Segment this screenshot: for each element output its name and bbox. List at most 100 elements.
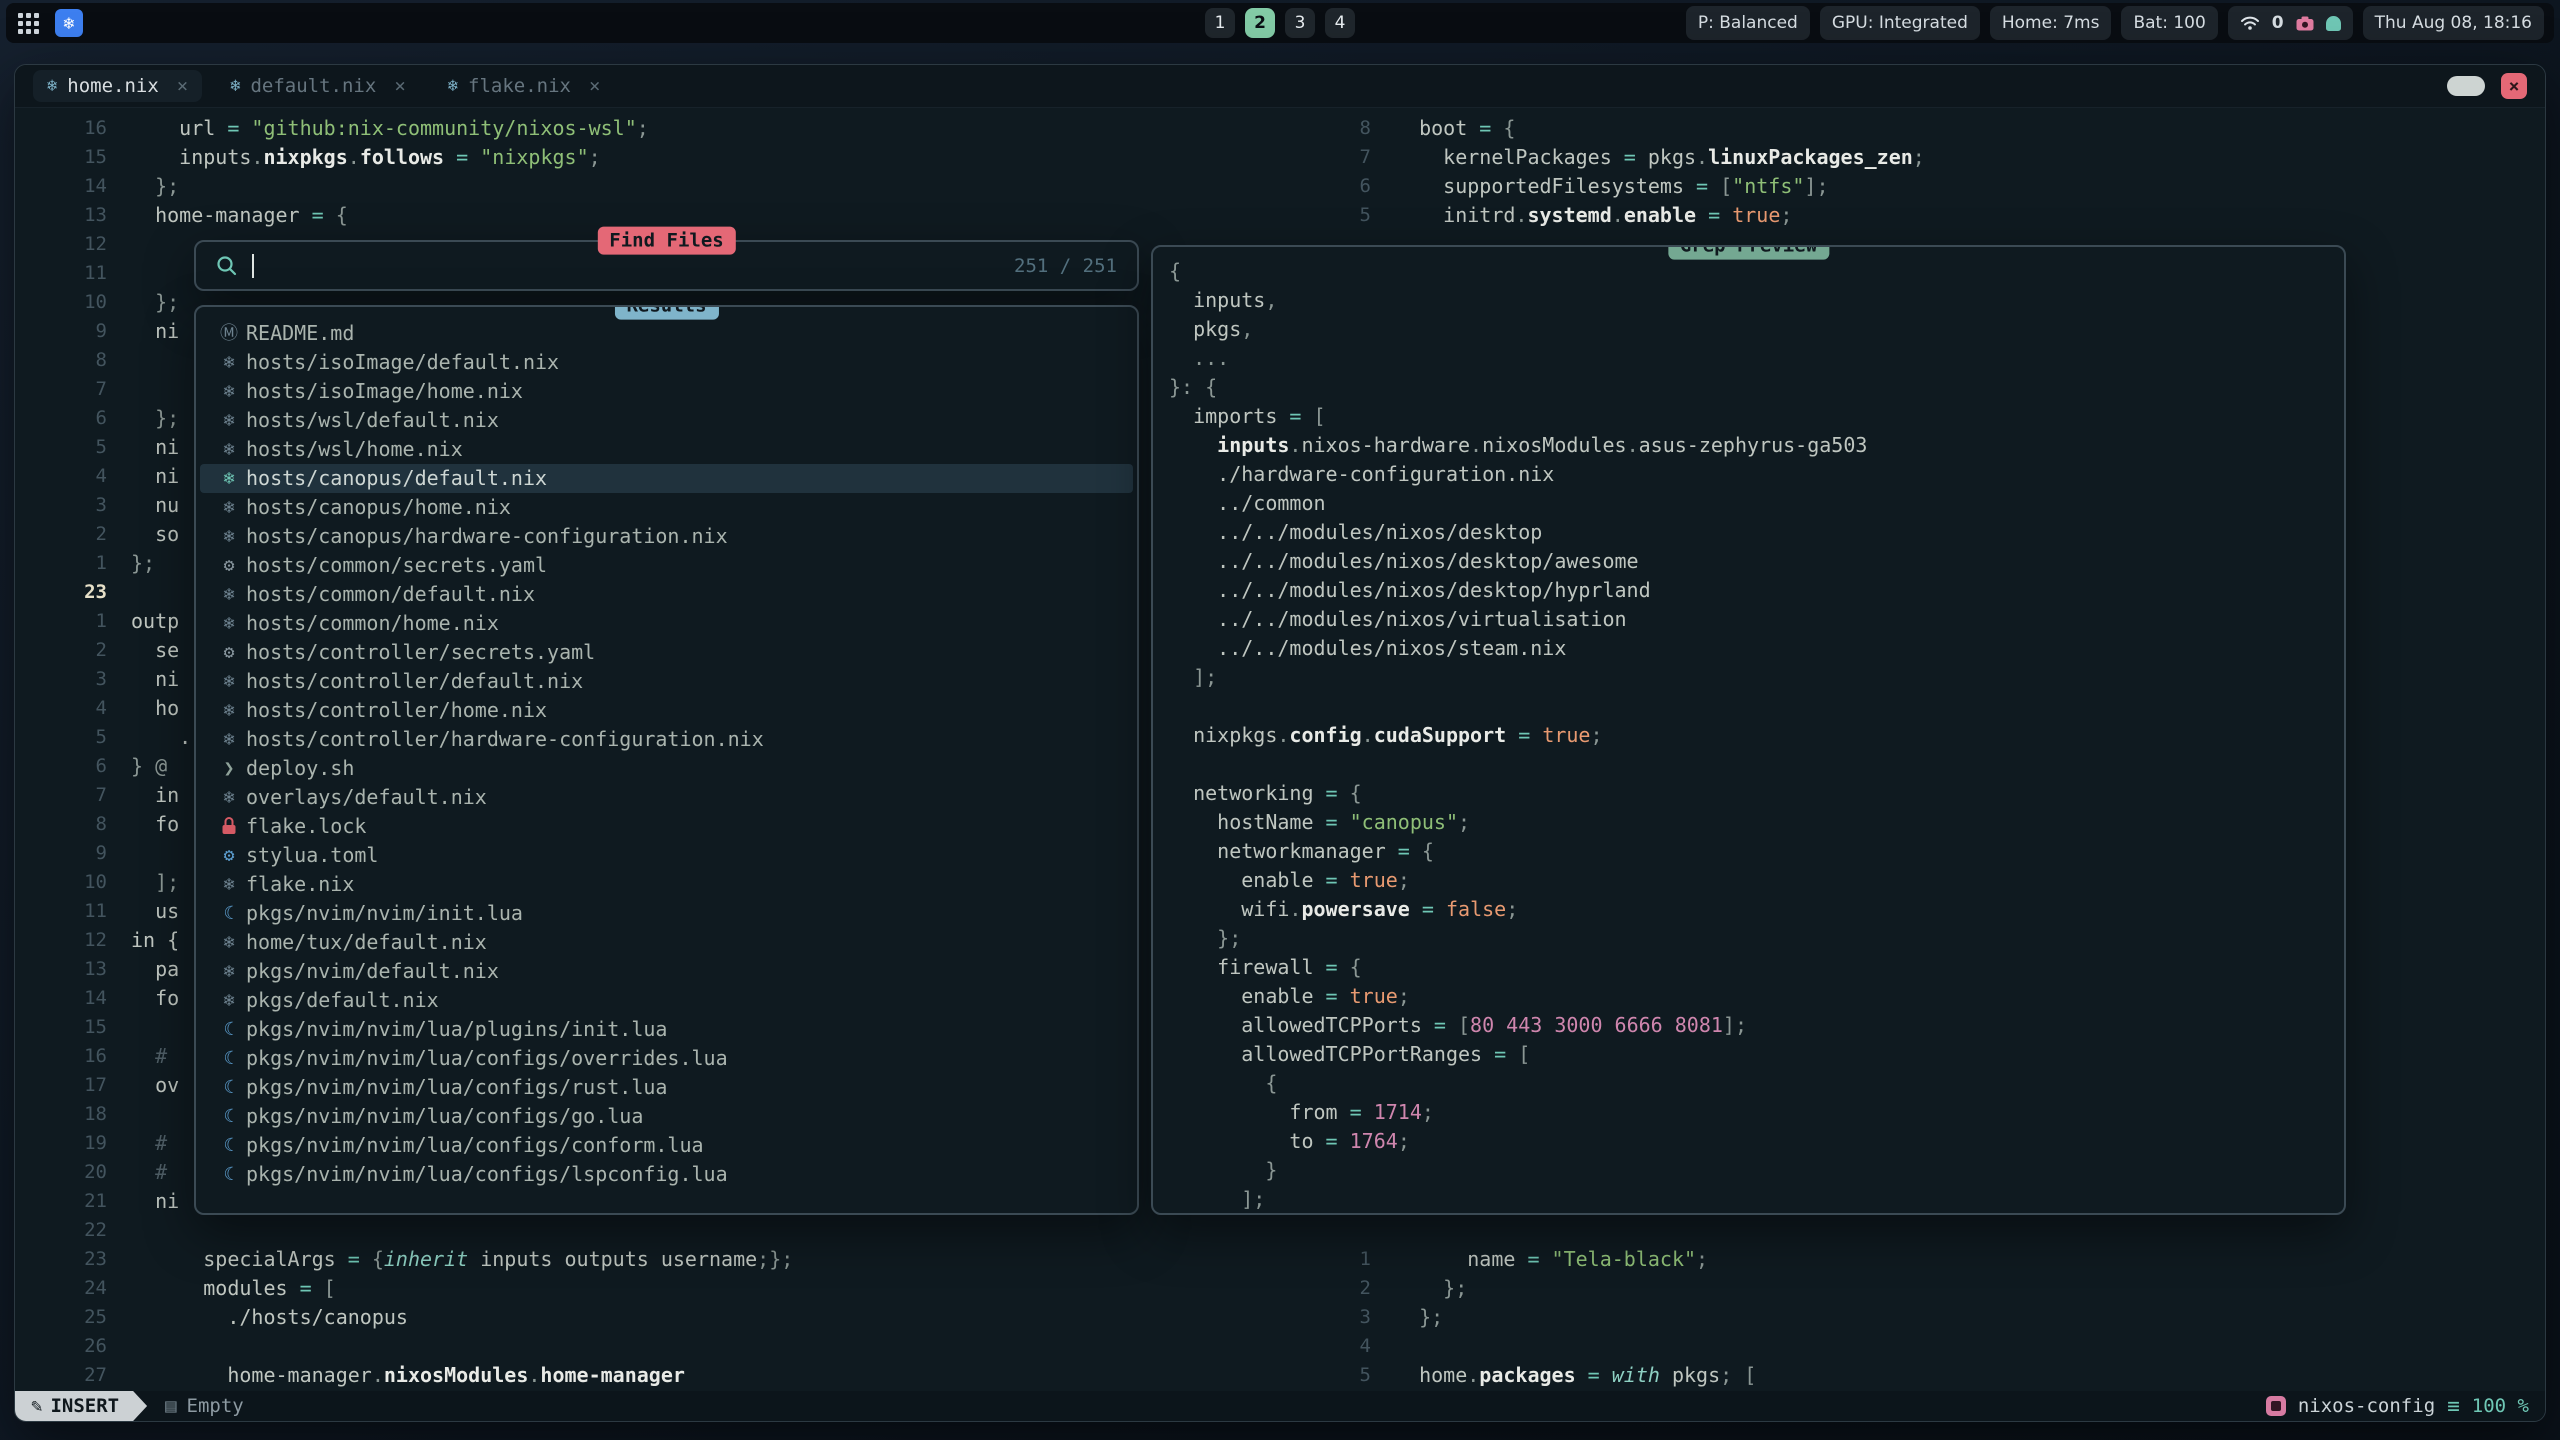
code-text: modules = [ (131, 1274, 336, 1303)
result-row[interactable]: ☾pkgs/nvim/nvim/lua/plugins/init.lua (200, 1015, 1133, 1044)
wifi-icon[interactable] (2240, 15, 2260, 31)
result-row[interactable]: ❄overlays/default.nix (200, 783, 1133, 812)
code-line (1169, 750, 2344, 779)
code-text: home-manager = { (131, 201, 348, 230)
code-text: } @ (131, 752, 167, 781)
finder-prompt[interactable]: Find Files 251 / 251 (194, 240, 1139, 291)
result-row[interactable]: ☾pkgs/nvim/nvim/lua/configs/rust.lua (200, 1073, 1133, 1102)
result-row[interactable]: ❄flake.nix (200, 870, 1133, 899)
result-row[interactable]: ❯deploy.sh (200, 754, 1133, 783)
result-row[interactable]: ⚙hosts/common/secrets.yaml (200, 551, 1133, 580)
lock-icon (212, 812, 246, 841)
result-row[interactable]: ❄hosts/canopus/default.nix (200, 464, 1133, 493)
line-number: 5 (15, 723, 107, 752)
code-text: nu (131, 491, 179, 520)
file-label: Empty (187, 1395, 244, 1417)
result-row[interactable]: ❄hosts/common/home.nix (200, 609, 1133, 638)
workspace-button-2[interactable]: 2 (1245, 8, 1275, 38)
ghost-icon[interactable] (2326, 16, 2341, 31)
tab-home-nix[interactable]: ❄home.nix× (33, 70, 202, 102)
tab-close-icon[interactable]: × (177, 75, 188, 97)
result-label: overlays/default.nix (246, 783, 487, 812)
result-row[interactable]: ❄hosts/wsl/default.nix (200, 406, 1133, 435)
tab-close-icon[interactable]: × (589, 75, 600, 97)
code-line: } (1169, 1156, 2344, 1185)
code-text: ni (131, 433, 179, 462)
result-row[interactable]: flake.lock (200, 812, 1133, 841)
code-line: ]; (1169, 1185, 2344, 1214)
code-text: inputs.nixos-hardware.nixosModules.asus-… (1169, 431, 1867, 460)
status-pill: Home: 7ms (1990, 6, 2112, 40)
code-line: inputs.nixos-hardware.nixosModules.asus-… (1169, 431, 2344, 460)
camera-icon[interactable] (2296, 16, 2314, 31)
result-row[interactable]: ❄hosts/canopus/hardware-configuration.ni… (200, 522, 1133, 551)
result-row[interactable]: ❄home/tux/default.nix (200, 928, 1133, 957)
result-row[interactable]: ❄hosts/isoImage/default.nix (200, 348, 1133, 377)
code-line: ../../modules/nixos/desktop/hyprland (1169, 576, 2344, 605)
tab-close-icon[interactable]: × (394, 75, 405, 97)
result-row[interactable]: ⚙stylua.toml (200, 841, 1133, 870)
app-launcher-icon[interactable]: ❄ (55, 9, 83, 37)
result-row[interactable]: ☾pkgs/nvim/nvim/lua/configs/lspconfig.lu… (200, 1160, 1133, 1189)
result-label: flake.nix (246, 870, 354, 899)
project-icon (2266, 1396, 2286, 1416)
result-row[interactable]: ❄pkgs/nvim/default.nix (200, 957, 1133, 986)
line-number: 4 (15, 462, 107, 491)
code-line: networkmanager = { (1169, 837, 2344, 866)
result-row[interactable]: ⚙hosts/controller/secrets.yaml (200, 638, 1133, 667)
lua-icon: ☾ (212, 1131, 246, 1160)
window-close-button[interactable]: × (2501, 73, 2527, 99)
editor[interactable]: 16 url = "github:nix-community/nixos-wsl… (15, 108, 2545, 1391)
result-row[interactable]: ❄pkgs/default.nix (200, 986, 1133, 1015)
nix-icon: ❄ (230, 76, 240, 96)
result-row[interactable]: ❄hosts/isoImage/home.nix (200, 377, 1133, 406)
workspace-button-1[interactable]: 1 (1205, 8, 1235, 38)
tab-label: default.nix (250, 75, 376, 97)
yaml-icon: ⚙ (212, 551, 246, 580)
code-line: 8 boot = { (1331, 114, 2545, 143)
result-row[interactable]: ❄hosts/controller/default.nix (200, 667, 1133, 696)
code-line: 24 modules = [ (15, 1274, 1331, 1303)
result-row[interactable]: ☾pkgs/nvim/nvim/lua/configs/go.lua (200, 1102, 1133, 1131)
code-line: 27 home-manager.nixosModules.home-manage… (15, 1361, 1331, 1390)
clock[interactable]: Thu Aug 08, 18:16 (2363, 6, 2544, 40)
window-toggle-button[interactable] (2447, 76, 2485, 96)
code-text: } (1169, 1156, 1277, 1185)
topbar: ❄ 1234 P: BalancedGPU: IntegratedHome: 7… (6, 3, 2554, 43)
result-row[interactable]: ❄hosts/canopus/home.nix (200, 493, 1133, 522)
line-number: 8 (1331, 114, 1371, 143)
workspace-button-3[interactable]: 3 (1285, 8, 1315, 38)
result-row[interactable]: ❄hosts/controller/hardware-configuration… (200, 725, 1133, 754)
result-row[interactable]: ☾pkgs/nvim/nvim/lua/configs/conform.lua (200, 1131, 1133, 1160)
workspace-button-4[interactable]: 4 (1325, 8, 1355, 38)
result-row[interactable]: ❄hosts/wsl/home.nix (200, 435, 1133, 464)
code-text: wifi.powersave = false; (1169, 895, 1518, 924)
code-line: pkgs, (1169, 315, 2344, 344)
code-text: ni (131, 462, 179, 491)
result-row[interactable]: ⓂREADME.md (200, 319, 1133, 348)
nix-icon: ❄ (212, 522, 246, 551)
code-line: ]; (1169, 663, 2344, 692)
result-row[interactable]: ❄hosts/controller/home.nix (200, 696, 1133, 725)
app-menu-icon[interactable] (18, 13, 39, 34)
line-number: 9 (15, 839, 107, 868)
code-text: networkmanager = { (1169, 837, 1434, 866)
statusline-right: nixos-config ≡ 100 % (2266, 1394, 2545, 1418)
tab-flake-nix[interactable]: ❄flake.nix× (434, 70, 615, 102)
preview-title: Grep Preview (1668, 245, 1829, 260)
result-row[interactable]: ☾pkgs/nvim/nvim/lua/configs/overrides.lu… (200, 1044, 1133, 1073)
code-text: specialArgs = {inherit inputs outputs us… (131, 1245, 793, 1274)
result-label: hosts/canopus/home.nix (246, 493, 511, 522)
code-text: fo (131, 810, 179, 839)
line-number: 6 (15, 752, 107, 781)
lua-icon: ☾ (212, 1073, 246, 1102)
markdown-icon: Ⓜ (212, 319, 246, 348)
text-cursor (252, 254, 254, 278)
code-line: 22 (15, 1216, 1331, 1245)
result-row[interactable]: ❄hosts/common/default.nix (200, 580, 1133, 609)
nix-icon: ❄ (212, 435, 246, 464)
result-row[interactable]: ☾pkgs/nvim/nvim/init.lua (200, 899, 1133, 928)
tab-default-nix[interactable]: ❄ default.nix × (216, 70, 420, 102)
tray-badge[interactable]: 0 (2272, 13, 2284, 33)
line-number: 26 (15, 1332, 107, 1361)
